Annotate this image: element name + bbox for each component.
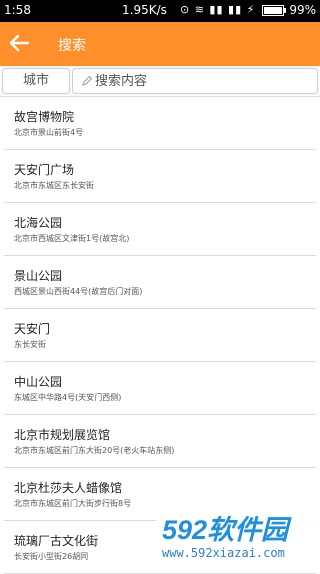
place-name: 北京市规划展览馆 bbox=[14, 428, 111, 442]
watermark: 592软件园 www.592xiazai.com bbox=[156, 511, 316, 567]
place-address: 北京市东城区前门大街步行街8号 bbox=[14, 499, 132, 508]
back-button[interactable] bbox=[6, 30, 32, 56]
search-box[interactable] bbox=[72, 68, 318, 94]
watermark-url: www.592xiazai.com bbox=[162, 546, 285, 560]
place-name: 天安门 bbox=[14, 322, 51, 336]
place-name: 中山公园 bbox=[14, 375, 63, 389]
battery-icon bbox=[262, 5, 288, 16]
search-input[interactable] bbox=[95, 71, 310, 91]
place-address: 长安街小型街26胡同 bbox=[14, 552, 89, 561]
place-address: 东长安街 bbox=[14, 340, 46, 349]
list-item[interactable]: 北京市规划展览馆 北京市东城区前门东大街20号(老火车站东侧) bbox=[4, 415, 316, 468]
status-indicators: ⊙ ≋ ▮▮ ▮▮ ⚡ bbox=[180, 3, 256, 16]
app-bar: 搜索 bbox=[0, 22, 320, 66]
list-item[interactable]: 故宫博物院 北京市景山前街4号 bbox=[4, 97, 316, 150]
list-item[interactable]: 北海公园 北京市西城区文津街1号(故宫北) bbox=[4, 203, 316, 256]
list-item[interactable]: 景山公园 西城区景山西街44号(故宫后门对面) bbox=[4, 256, 316, 309]
battery-percent: 99% bbox=[289, 3, 316, 17]
place-name: 天安门广场 bbox=[14, 163, 75, 177]
watermark-logo: 592软件园 bbox=[162, 515, 292, 544]
place-name: 北海公园 bbox=[14, 216, 63, 230]
status-bar: 1:58 1.95K/s ⊙ ≋ ▮▮ ▮▮ ⚡ 99% bbox=[0, 0, 320, 22]
place-address: 北京市东城区东长安街 bbox=[14, 181, 94, 190]
list-item[interactable]: 天安门 东长安街 bbox=[4, 309, 316, 362]
page-title: 搜索 bbox=[58, 38, 86, 54]
place-address: 北京市西城区文津街1号(故宫北) bbox=[14, 234, 130, 243]
place-address: 东城区中华路4号(天安门西侧) bbox=[14, 393, 122, 402]
place-name: 琉璃厂古文化街 bbox=[14, 534, 99, 548]
place-address: 北京市东城区前门东大街20号(老火车站东侧) bbox=[14, 446, 175, 455]
pencil-icon bbox=[82, 75, 93, 86]
results-list: 故宫博物院 北京市景山前街4号 天安门广场 北京市东城区东长安街 北海公园 北京… bbox=[0, 97, 320, 574]
list-item[interactable]: 中山公园 东城区中华路4号(天安门西侧) bbox=[4, 362, 316, 415]
place-name: 景山公园 bbox=[14, 269, 63, 283]
place-name: 故宫博物院 bbox=[14, 110, 75, 124]
place-name: 北京杜莎夫人蜡像馆 bbox=[14, 481, 123, 495]
place-address: 北京市景山前街4号 bbox=[14, 128, 84, 137]
place-address: 西城区景山西街44号(故宫后门对面) bbox=[14, 287, 143, 296]
svg-text:592软件园: 592软件园 bbox=[162, 515, 292, 544]
network-speed: 1.95K/s bbox=[122, 3, 167, 17]
status-time: 1:58 bbox=[4, 3, 31, 17]
city-button[interactable]: 城市 bbox=[2, 68, 70, 94]
arrow-left-icon bbox=[9, 34, 30, 52]
list-item[interactable]: 天安门广场 北京市东城区东长安街 bbox=[4, 150, 316, 203]
search-row: 城市 bbox=[0, 66, 320, 97]
